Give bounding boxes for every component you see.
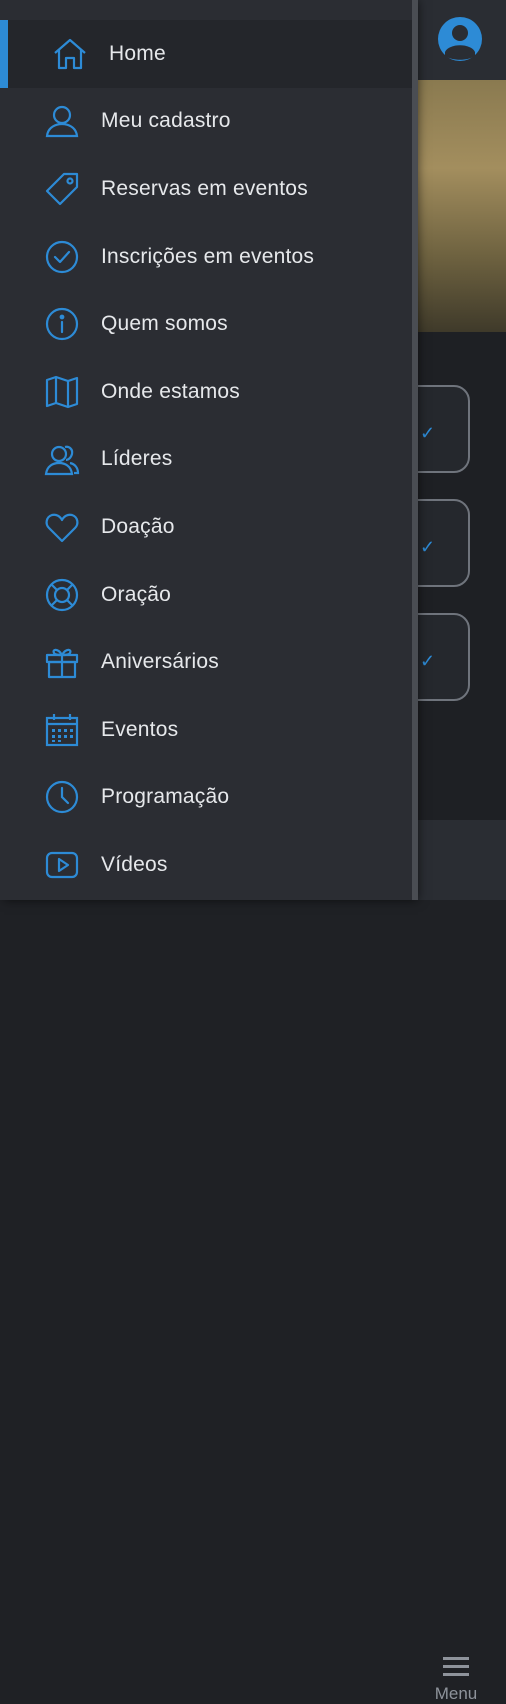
nav-item-inscricoes[interactable]: Inscrições em eventos <box>0 223 414 291</box>
nav-item-videos[interactable]: Vídeos <box>0 831 414 899</box>
menu-label: Menu <box>434 1684 478 1703</box>
check-icon: ✓ <box>420 423 436 443</box>
hamburger-icon <box>443 1657 469 1676</box>
nav-label: Eventos <box>101 717 179 741</box>
active-indicator <box>0 20 8 88</box>
nav-item-meu-cadastro[interactable]: Meu cadastro <box>0 88 414 156</box>
nav-item-programacao[interactable]: Programação <box>0 764 414 832</box>
check-icon: ✓ <box>420 537 436 557</box>
menu-button[interactable]: Menu <box>426 1655 486 1704</box>
nav-item-lideres[interactable]: Líderes <box>0 426 414 494</box>
nav-label: Aniversários <box>101 650 219 674</box>
nav-label: Doação <box>101 514 175 538</box>
clock-icon <box>44 779 80 815</box>
gift-icon <box>44 644 80 680</box>
nav-label: Onde estamos <box>101 379 240 403</box>
nav-label: Inscrições em eventos <box>101 244 315 268</box>
lifebuoy-icon <box>44 577 80 613</box>
check-icon: ✓ <box>420 651 436 671</box>
nav-item-aniversarios[interactable]: Aniversários <box>0 628 414 696</box>
nav-label: Meu cadastro <box>101 109 231 133</box>
account-icon[interactable] <box>437 16 483 62</box>
nav-label: Home <box>109 41 166 65</box>
nav-label: Reservas em eventos <box>101 176 308 200</box>
nav-item-doacao[interactable]: Doação <box>0 493 414 561</box>
map-icon <box>44 374 80 410</box>
nav-label: Líderes <box>101 447 173 471</box>
nav-item-oracao[interactable]: Oração <box>0 561 414 629</box>
nav-item-eventos[interactable]: Eventos <box>0 696 414 764</box>
drawer-nav: Home Meu cadastro Reservas em eventos In… <box>0 20 414 899</box>
nav-item-onde-estamos[interactable]: Onde estamos <box>0 358 414 426</box>
navigation-drawer: Home Meu cadastro Reservas em eventos In… <box>0 0 418 900</box>
calendar-icon <box>44 712 80 748</box>
info-icon <box>44 306 80 342</box>
users-icon <box>44 441 80 477</box>
video-icon <box>44 847 80 883</box>
nav-label: Oração <box>101 582 172 606</box>
nav-item-home[interactable]: Home <box>0 20 414 88</box>
home-icon <box>52 36 88 72</box>
nav-label: Vídeos <box>101 852 168 876</box>
nav-label: Programação <box>101 785 230 809</box>
nav-label: Quem somos <box>101 312 228 336</box>
check-circle-icon <box>44 239 80 275</box>
nav-item-quem-somos[interactable]: Quem somos <box>0 290 414 358</box>
drawer-edge <box>412 0 418 900</box>
nav-item-reservas[interactable]: Reservas em eventos <box>0 155 414 223</box>
user-icon <box>44 103 80 139</box>
heart-icon <box>44 509 80 545</box>
tag-icon <box>44 171 80 207</box>
